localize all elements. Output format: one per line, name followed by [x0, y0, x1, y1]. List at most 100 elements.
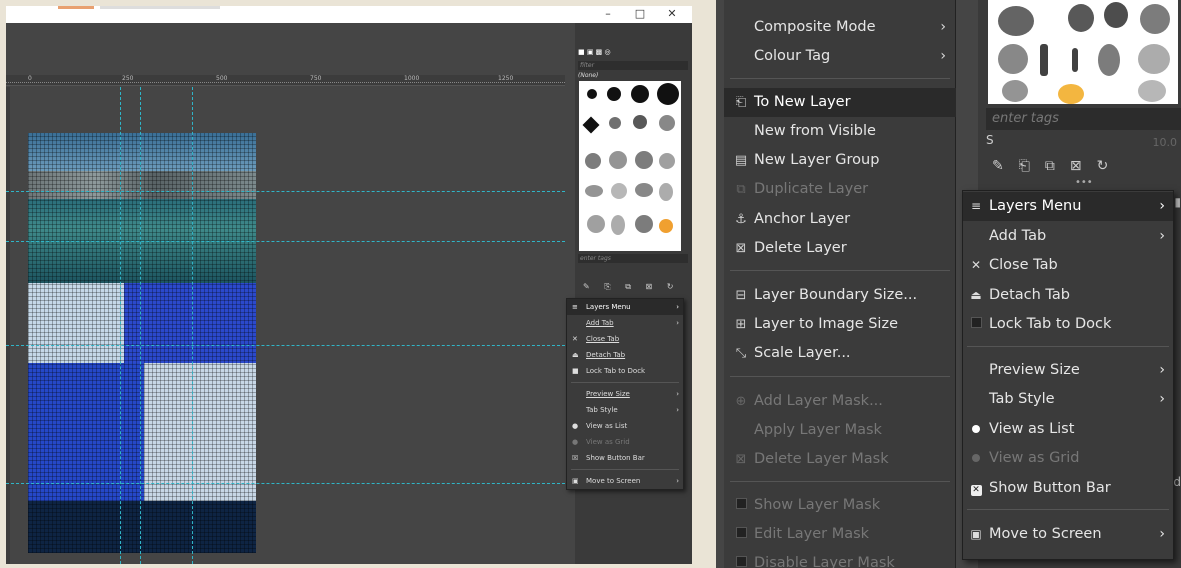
brush-preview[interactable]: [609, 151, 627, 169]
menu-item-close-tab[interactable]: ✕ Close Tab: [567, 331, 683, 347]
canvas-image[interactable]: [28, 133, 256, 553]
brush-preview[interactable]: [635, 151, 653, 169]
tags-input[interactable]: enter tags: [986, 108, 1181, 130]
menu-item-show-button-bar[interactable]: ☒ Show Button Bar: [567, 450, 683, 466]
menu-item-show-layer-mask[interactable]: Show Layer Mask: [724, 491, 956, 520]
vertical-ruler[interactable]: [6, 87, 10, 564]
menu-item-duplicate-layer[interactable]: ⧉ Duplicate Layer: [724, 175, 956, 204]
filter-input[interactable]: filter: [578, 61, 688, 70]
menu-item-new-layer-group[interactable]: ▤ New Layer Group: [724, 146, 956, 175]
menu-item-layers-menu[interactable]: ≡ Layers Menu ›: [963, 192, 1173, 221]
menu-item-detach-tab[interactable]: ⏏ Detach Tab: [963, 281, 1173, 310]
brush-preview[interactable]: [1040, 44, 1048, 76]
menu-item-scale-layer[interactable]: ⤡ Scale Layer...: [724, 339, 956, 368]
guide-line[interactable]: [192, 87, 193, 564]
brush-preview[interactable]: [1072, 48, 1078, 72]
menu-item-layer-boundary-size[interactable]: ⊟ Layer Boundary Size...: [724, 281, 956, 310]
menu-item-view-as-grid[interactable]: ● View as Grid: [567, 434, 683, 450]
menu-item-view-as-list[interactable]: ● View as List: [567, 418, 683, 434]
brush-preview[interactable]: [1138, 44, 1170, 74]
menu-item-add-layer-mask[interactable]: ⊕ Add Layer Mask...: [724, 387, 956, 416]
menu-item-layer-to-image-size[interactable]: ⊞ Layer to Image Size: [724, 310, 956, 339]
close-window-button[interactable]: ✕: [662, 7, 682, 20]
menu-item-view-as-grid[interactable]: View as Grid: [963, 444, 1173, 473]
menu-item-close-tab[interactable]: ✕ Close Tab: [963, 251, 1173, 280]
brush-preview[interactable]: [1140, 4, 1170, 34]
brush-preview[interactable]: [635, 183, 653, 197]
brush-grid[interactable]: [579, 81, 681, 251]
brush-preview[interactable]: [585, 153, 601, 169]
menu-item-tab-style[interactable]: Tab Style ›: [567, 402, 683, 418]
menu-item-move-to-screen[interactable]: ▣ Move to Screen ›: [963, 520, 1173, 549]
menu-item-apply-layer-mask[interactable]: Apply Layer Mask: [724, 416, 956, 445]
menu-item-view-as-list[interactable]: View as List: [963, 415, 1173, 444]
brush-preview[interactable]: [585, 185, 603, 197]
brush-preview[interactable]: [635, 215, 653, 233]
menu-item-add-tab[interactable]: Add Tab ›: [567, 315, 683, 331]
brush-preview[interactable]: [998, 44, 1028, 74]
tab-context-menu-zoomed: ≡ Layers Menu › Add Tab › ✕ Close Tab ⏏ Detac…: [962, 190, 1174, 560]
dock-tab-icons[interactable]: ■ ▣ ▩ ◎: [578, 48, 611, 56]
brush-preview[interactable]: [631, 85, 649, 103]
spacing-value[interactable]: 10.0: [1153, 136, 1178, 149]
menu-item-preview-size[interactable]: Preview Size ›: [567, 386, 683, 402]
brush-preview[interactable]: [609, 117, 621, 129]
menu-item-layers-menu[interactable]: ≡ Layers Menu ›: [567, 299, 683, 315]
maximize-button[interactable]: □: [630, 7, 650, 20]
brush-preview[interactable]: [998, 6, 1034, 36]
menu-item-add-tab[interactable]: Add Tab ›: [963, 222, 1173, 251]
menu-item-composite-mode[interactable]: Composite Mode ›: [724, 13, 956, 42]
hamburger-icon: ≡: [572, 303, 578, 311]
brush-preview[interactable]: [659, 115, 675, 131]
menu-item-colour-tag[interactable]: Colour Tag ›: [724, 42, 956, 71]
dock-grip-icon[interactable]: •••: [1075, 177, 1093, 188]
minimize-button[interactable]: –: [598, 7, 618, 20]
brush-preview[interactable]: [587, 215, 605, 233]
submenu-arrow-icon: ›: [676, 477, 679, 485]
menu-item-preview-size[interactable]: Preview Size ›: [963, 356, 1173, 385]
brush-preview[interactable]: [1002, 80, 1028, 102]
brush-preview[interactable]: [1098, 44, 1120, 76]
menu-item-detach-tab[interactable]: ⏏ Detach Tab: [567, 347, 683, 363]
menu-item-move-to-screen[interactable]: ▣ Move to Screen ›: [567, 473, 683, 489]
ruler-tick: 500: [216, 75, 228, 82]
dock-button-bar[interactable]: ✎ ⎘ ⧉ ⊠ ↻: [583, 282, 679, 292]
menu-item-new-from-visible[interactable]: New from Visible: [724, 117, 956, 146]
brush-preview[interactable]: [587, 89, 597, 99]
menu-item-edit-layer-mask[interactable]: Edit Layer Mask: [724, 520, 956, 549]
horizontal-ruler[interactable]: 0 250 500 750 1000 1250: [6, 75, 565, 86]
brush-preview[interactable]: [659, 153, 675, 169]
brush-preview[interactable]: [1104, 2, 1128, 28]
menu-item-delete-layer[interactable]: ⊠ Delete Layer: [724, 234, 956, 263]
menu-item-delete-layer-mask[interactable]: ⊠ Delete Layer Mask: [724, 445, 956, 474]
guide-line[interactable]: [6, 345, 565, 346]
menu-item-lock-tab[interactable]: ■ Lock Tab to Dock: [567, 363, 683, 379]
brush-grid[interactable]: [988, 0, 1178, 104]
tags-input[interactable]: enter tags: [578, 254, 688, 263]
brush-preview[interactable]: [582, 116, 600, 134]
brush-preview[interactable]: [1058, 84, 1084, 104]
brush-preview[interactable]: [1138, 80, 1166, 102]
menu-item-lock-tab[interactable]: Lock Tab to Dock: [963, 310, 1173, 339]
brush-preview[interactable]: [659, 219, 673, 233]
brush-preview[interactable]: [633, 115, 647, 129]
brush-preview[interactable]: [659, 183, 673, 201]
guide-line[interactable]: [6, 483, 565, 484]
menu-item-tab-style[interactable]: Tab Style ›: [963, 385, 1173, 414]
guide-line[interactable]: [140, 87, 141, 564]
submenu-arrow-icon: ›: [1159, 362, 1165, 378]
menu-item-disable-layer-mask[interactable]: Disable Layer Mask: [724, 549, 956, 568]
brush-preview[interactable]: [611, 183, 627, 199]
image-canvas[interactable]: 0 250 500 750 1000 1250: [6, 23, 565, 564]
menu-item-show-button-bar[interactable]: ✕ Show Button Bar: [963, 474, 1173, 503]
guide-line[interactable]: [120, 87, 121, 564]
menu-item-anchor-layer[interactable]: ⚓ Anchor Layer: [724, 205, 956, 234]
menu-item-to-new-layer[interactable]: ⎗ To New Layer: [724, 88, 956, 117]
brush-preview[interactable]: [611, 215, 625, 235]
brush-preview[interactable]: [1068, 4, 1094, 32]
brush-preview[interactable]: [607, 87, 621, 101]
dock-button-bar[interactable]: ✎⎗⧉⊠↻: [992, 158, 1123, 174]
guide-line[interactable]: [6, 241, 565, 242]
guide-line[interactable]: [6, 191, 565, 192]
brush-preview[interactable]: [657, 83, 679, 105]
